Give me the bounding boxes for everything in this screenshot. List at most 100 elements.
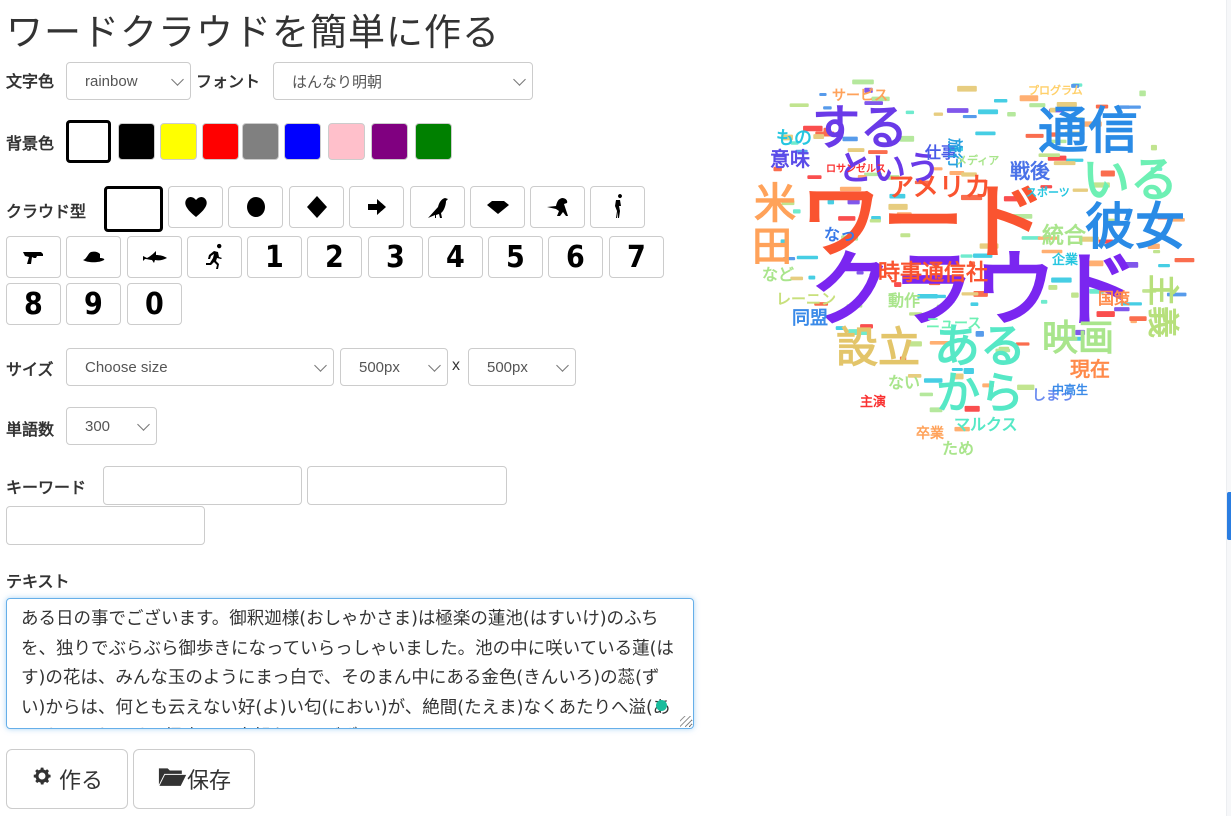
wordcloud-minor-word xyxy=(1158,264,1170,268)
heart-icon xyxy=(182,193,210,221)
wordcloud-word: もの xyxy=(776,128,812,149)
chevron-down-icon xyxy=(556,359,569,372)
wordcloud-minor-word xyxy=(1174,257,1195,263)
wordcloud-minor-word xyxy=(1007,112,1016,117)
shape-option-square[interactable] xyxy=(104,186,163,232)
page-title: ワードクラウドを簡単に作る xyxy=(6,11,500,54)
wordcloud-minor-word xyxy=(819,92,827,97)
width-value: 500px xyxy=(359,358,400,376)
folder-open-icon xyxy=(157,764,187,794)
shape-option-8[interactable]: 8 xyxy=(6,283,61,325)
wordcloud-word: ロサンゼルス xyxy=(826,162,886,175)
font-select[interactable]: はんなり明朝 xyxy=(273,62,533,100)
shape-option-shark[interactable] xyxy=(127,236,182,278)
swatch-blue[interactable] xyxy=(284,123,321,160)
cursor-indicator xyxy=(656,700,667,711)
wordcloud-minor-word xyxy=(852,79,874,85)
wordcloud-minor-word xyxy=(933,112,944,116)
height-select[interactable]: 500px xyxy=(468,348,576,386)
shape-number-label: 2 xyxy=(325,239,344,275)
wordcloud-minor-word xyxy=(957,85,977,92)
swatch-gray[interactable] xyxy=(242,123,279,160)
woman-icon xyxy=(604,193,632,221)
wordcloud-word: 動作 xyxy=(888,291,920,310)
gem-icon xyxy=(484,193,512,221)
shape-number-label: 3 xyxy=(386,239,405,275)
wordcloud-word: 時事通信社 xyxy=(878,260,988,286)
size-preset-select[interactable]: Choose size xyxy=(66,348,334,386)
wordcloud-word: 米 xyxy=(754,179,796,228)
wordcloud-word: する xyxy=(812,100,908,156)
wordcloud-minor-word xyxy=(789,103,809,108)
shape-option-runner[interactable] xyxy=(187,236,242,278)
swatch-green[interactable] xyxy=(415,123,452,160)
wordcloud-word: メディア xyxy=(956,153,999,167)
wordcloud-minor-word xyxy=(1053,161,1076,166)
create-button-label: 作る xyxy=(58,769,103,794)
create-button[interactable]: 作る xyxy=(6,749,128,809)
swatch-black[interactable] xyxy=(118,123,155,160)
swatch-purple[interactable] xyxy=(371,123,408,160)
shape-option-bird[interactable] xyxy=(410,186,465,228)
shape-option-6[interactable]: 6 xyxy=(548,236,603,278)
shape-option-heart[interactable] xyxy=(168,186,223,228)
wordcloud-word: 統合 xyxy=(1042,223,1087,249)
word-count-select[interactable]: 300 xyxy=(66,407,157,445)
shape-option-pistol[interactable] xyxy=(6,236,61,278)
wordcloud-minor-word xyxy=(919,392,934,397)
wordcloud-word: 映画 xyxy=(1042,318,1114,359)
size-label: サイズ xyxy=(6,360,54,379)
swatch-yellow[interactable] xyxy=(160,123,197,160)
wordcloud-word: レーニン xyxy=(776,290,836,308)
wordcloud-word: 中高生 xyxy=(1052,382,1088,397)
resize-handle[interactable] xyxy=(680,716,691,727)
swatch-white[interactable] xyxy=(66,120,111,163)
wordcloud-word: など xyxy=(762,265,794,284)
shape-option-woman[interactable] xyxy=(590,186,645,228)
wordcloud-word: マルクス xyxy=(954,415,1018,434)
wordcloud-word: ニュース xyxy=(926,316,981,332)
swatch-pink[interactable] xyxy=(328,123,365,160)
shape-option-0[interactable]: 0 xyxy=(127,283,182,325)
shape-option-7[interactable]: 7 xyxy=(609,236,664,278)
text-color-select[interactable]: rainbow xyxy=(66,62,191,100)
shape-option-circle[interactable] xyxy=(228,186,283,228)
wordcloud-word: スポーツ xyxy=(1026,185,1070,199)
wordcloud-word: 主演 xyxy=(860,394,886,410)
wordcloud-word: 国策 xyxy=(1098,289,1131,308)
shape-option-dinosaur[interactable] xyxy=(530,186,585,228)
scrollbar-track[interactable] xyxy=(1226,0,1231,816)
wordcloud-minor-word xyxy=(1150,144,1157,151)
swatch-red[interactable] xyxy=(202,123,239,160)
wordcloud-minor-word xyxy=(946,108,969,113)
shape-option-gem[interactable] xyxy=(470,186,525,228)
text-color-label: 文字色 xyxy=(6,72,55,91)
height-value: 500px xyxy=(487,358,528,376)
keyword-input-3[interactable] xyxy=(6,506,205,545)
width-select[interactable]: 500px xyxy=(340,348,448,386)
shape-option-arrow[interactable] xyxy=(349,186,404,228)
chevron-down-icon xyxy=(137,418,150,431)
keyword-input-1[interactable] xyxy=(103,466,302,505)
shape-option-diamond[interactable] xyxy=(289,186,344,228)
save-button[interactable]: 保存 xyxy=(133,749,255,809)
shape-option-9[interactable]: 9 xyxy=(66,283,121,325)
shape-option-1[interactable]: 1 xyxy=(247,236,302,278)
shape-number-label: 1 xyxy=(265,239,284,275)
shape-option-5[interactable]: 5 xyxy=(488,236,543,278)
wordcloud-word: なっ xyxy=(824,225,856,244)
shape-option-2[interactable]: 2 xyxy=(307,236,362,278)
size-separator: x xyxy=(452,357,460,374)
shape-option-4[interactable]: 4 xyxy=(428,236,483,278)
wordcloud-word: 同盟 xyxy=(792,308,828,329)
wordcloud-word: 意味 xyxy=(770,147,810,171)
scrollbar-thumb[interactable] xyxy=(1227,492,1231,540)
pistol-icon xyxy=(20,243,48,271)
text-input[interactable]: ある日の事でございます。御釈迦様(おしゃかさま)は極楽の蓮池(はすいけ)のふちを… xyxy=(6,598,694,729)
chevron-down-icon xyxy=(428,359,441,372)
background-color-label: 背景色 xyxy=(6,134,55,153)
shape-option-hat[interactable] xyxy=(66,236,121,278)
shape-option-3[interactable]: 3 xyxy=(368,236,423,278)
runner-icon xyxy=(201,243,229,271)
keyword-input-2[interactable] xyxy=(307,466,507,505)
